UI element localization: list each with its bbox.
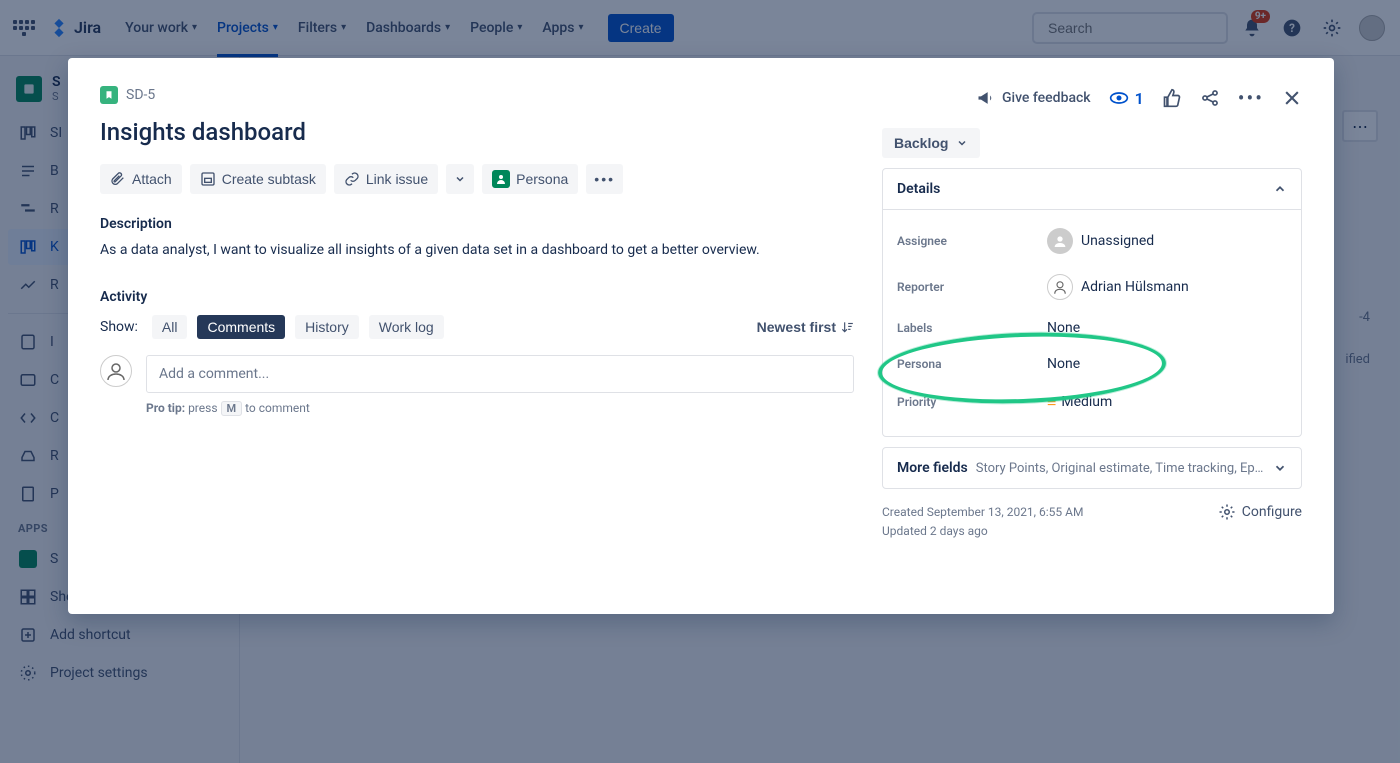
share-button[interactable] [1200,88,1220,108]
story-type-icon[interactable] [100,86,118,104]
link-issue-dropdown[interactable] [446,164,474,194]
chevron-up-icon [1273,182,1287,196]
tab-all[interactable]: All [152,315,188,339]
close-icon [1282,88,1302,108]
link-issue-button[interactable]: Link issue [334,164,438,194]
details-header[interactable]: Details [883,169,1301,210]
configure-link[interactable]: Configure [1218,503,1302,521]
created-updated-text: Created September 13, 2021, 6:55 AM Upda… [882,503,1083,541]
paperclip-icon [110,171,126,187]
description-label: Description [100,216,854,232]
description-text[interactable]: As a data analyst, I want to visualize a… [100,240,854,261]
protip-text: Pro tip: press M to comment [146,401,854,415]
issue-modal: SD-5 Insights dashboard Attach Create su… [68,58,1334,614]
activity-label: Activity [100,289,854,305]
current-user-avatar [100,355,132,387]
vote-button[interactable] [1162,88,1182,108]
field-assignee[interactable]: Assignee Unassigned [897,218,1287,264]
more-actions-button[interactable]: ••• [586,164,623,194]
give-feedback-link[interactable]: Give feedback [976,88,1091,108]
priority-medium-icon: ≡ [1047,392,1053,412]
comment-input[interactable]: Add a comment... [146,355,854,393]
persona-icon [492,170,510,188]
field-priority[interactable]: Priority ≡Medium [897,382,1287,422]
create-subtask-button[interactable]: Create subtask [190,164,326,194]
issue-more-button[interactable]: ••• [1238,86,1264,110]
chevron-down-icon [1273,461,1287,475]
unassigned-avatar-icon [1047,228,1073,254]
close-modal-button[interactable] [1282,88,1302,108]
chevron-down-icon [956,137,968,149]
more-icon: ••• [1238,86,1264,110]
breadcrumb: SD-5 [100,86,854,104]
field-persona[interactable]: Persona None [897,346,1287,382]
more-fields-panel[interactable]: More fields Story Points, Original estim… [882,447,1302,489]
link-icon [344,171,360,187]
chevron-down-icon [454,173,466,185]
tab-worklog[interactable]: Work log [369,315,444,339]
tab-history[interactable]: History [295,315,359,339]
attach-button[interactable]: Attach [100,164,182,194]
person-icon [104,359,128,383]
field-labels[interactable]: Labels None [897,310,1287,346]
persona-button[interactable]: Persona [482,164,578,194]
show-label: Show: [100,319,138,335]
issue-key-link[interactable]: SD-5 [126,87,155,103]
eye-icon [1109,88,1129,108]
share-icon [1200,88,1220,108]
more-icon: ••• [594,171,615,187]
watchers-button[interactable]: 1 [1109,88,1144,108]
status-dropdown[interactable]: Backlog [882,128,980,158]
sort-button[interactable]: Newest first [757,319,854,335]
sort-icon [840,320,854,334]
tab-comments[interactable]: Comments [197,315,285,339]
field-reporter[interactable]: Reporter Adrian Hülsmann [897,264,1287,310]
gear-icon [1218,503,1236,521]
thumbs-up-icon [1162,88,1182,108]
megaphone-icon [976,88,996,108]
issue-title[interactable]: Insights dashboard [100,118,854,146]
reporter-avatar-icon [1047,274,1073,300]
details-panel: Details Assignee Unassigned Reporter Adr… [882,168,1302,437]
subtask-icon [200,171,216,187]
